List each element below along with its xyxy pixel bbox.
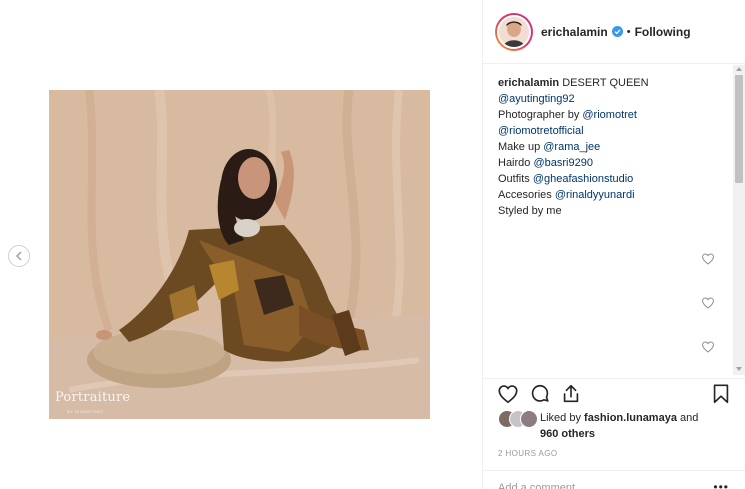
likes-prefix: Liked by [540,412,585,424]
mention-link[interactable]: @riomotret [582,109,637,121]
caption-line: Styled by me [498,203,734,219]
caption-title-line: erichalamin DESERT QUEEN [498,75,734,91]
likes-section: Liked by fashion.lunamaya and 960 others [498,410,730,442]
comment-like-heart-icon[interactable] [701,252,715,266]
bookmark-icon[interactable] [710,383,732,405]
caption-title: DESERT QUEEN [559,77,649,89]
scrollbar-down-icon[interactable] [736,367,742,371]
avatar-portrait-icon [499,16,529,47]
mention-link[interactable]: @basri9290 [533,157,592,169]
comment-like-heart-icon[interactable] [701,296,715,310]
caption-line-text: Styled by me [498,205,562,217]
likes-summary: Liked by fashion.lunamaya and 960 others [540,410,730,442]
previous-post-button[interactable] [8,245,30,267]
caption-section: erichalamin DESERT QUEEN @ayutingting92 … [483,65,734,375]
caption-line-text: Hairdo [498,157,534,169]
chevron-left-icon [15,251,22,261]
caption-line-text: Photographer by [498,109,583,121]
action-bar [483,378,745,412]
post-photo[interactable]: Portraiture BY RIOMOTRET [49,90,430,419]
comment-icon[interactable] [529,383,551,405]
caption-line: Make up @rama_jee [498,139,734,155]
avatar[interactable] [495,12,533,51]
caption-line: Accesories @rinaldyyunardi [498,187,734,203]
caption-line: Photographer by @riomotret [498,107,734,123]
comments-scrollbar[interactable] [733,65,745,375]
post-details-panel: erichalamin • Following erichalamin DESE… [482,0,745,489]
avatar[interactable] [520,410,538,428]
mention-link[interactable]: @rama_jee [543,141,600,153]
verified-badge-icon [611,26,623,37]
separator-dot: • [626,25,631,38]
mention-link[interactable]: @riomotretofficial [498,125,584,137]
share-icon[interactable] [560,383,582,405]
post-timestamp[interactable]: 2 HOURS AGO [498,449,558,458]
scrollbar-thumb[interactable] [735,75,743,183]
caption-line: @ayutingting92 [498,91,734,107]
post-media-area: Portraiture BY RIOMOTRET [0,0,482,489]
likes-middle: and [676,412,699,424]
post-header: erichalamin • Following [483,0,745,64]
caption-line-text: Make up [498,141,544,153]
comment-input[interactable]: Add a comment... [483,470,745,489]
photo-watermark: Portraiture [55,390,131,405]
liker-username[interactable]: fashion.lunamaya [584,412,677,424]
more-options-button[interactable]: ••• [713,480,729,489]
caption-line: Hairdo @basri9290 [498,155,734,171]
scrollbar-up-icon[interactable] [736,67,742,71]
post-author-username[interactable]: erichalamin [541,25,608,39]
liker-avatars [498,410,540,428]
heart-icon[interactable] [497,383,519,405]
caption-line: @riomotretofficial [498,123,734,139]
avatar-image [497,14,531,49]
mention-link[interactable]: @ayutingting92 [498,93,575,105]
comment-like-heart-icon[interactable] [701,340,715,354]
caption-username[interactable]: erichalamin [498,77,559,89]
caption-line-text: Accesories [498,189,555,201]
following-button[interactable]: Following [635,25,691,39]
mention-link[interactable]: @rinaldyyunardi [555,189,635,201]
mention-link[interactable]: @gheafashionstudio [533,173,633,185]
photo-watermark-sub: BY RIOMOTRET [67,409,104,414]
photo-illustration [49,90,430,419]
caption-line: Outfits @gheafashionstudio [498,171,734,187]
caption-line-text: Outfits [498,173,533,185]
likes-count-link[interactable]: 960 others [540,428,595,440]
